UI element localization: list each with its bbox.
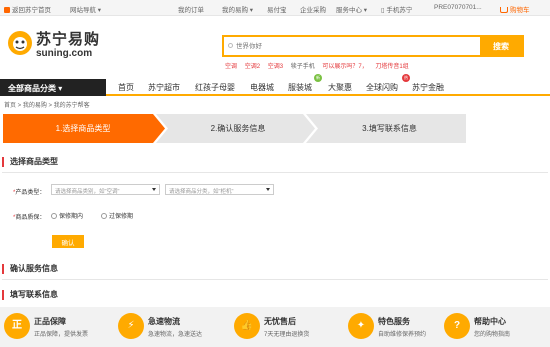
step-2: 2.确认服务信息 — [210, 124, 266, 133]
nav-link-supermarket[interactable]: 苏宁超市 — [148, 82, 180, 93]
hot-keyword[interactable]: 空调3 — [268, 64, 283, 70]
hot-keyword[interactable]: 刀塔传音1组 — [375, 64, 408, 70]
lightning-icon: ⚡ — [118, 313, 144, 339]
step-3: 3.填写联系信息 — [362, 124, 417, 133]
feature-desc: 7天无理由退换货 — [264, 332, 310, 338]
feature-desc: 急速物流，急速送达 — [148, 332, 203, 338]
breadcrumb: 首页 > 我的易购 > 我的苏宁帮客 — [4, 103, 90, 109]
radio-in-warranty-label[interactable]: 保修期内 — [59, 214, 83, 220]
confirm-button[interactable]: 确认 — [52, 235, 84, 248]
product-type-label-text: 产品类型： — [15, 190, 46, 196]
subcategory-select-value: 请选择商品分类，如"柜机" — [169, 189, 234, 195]
all-categories-button[interactable]: 全部商品分类 ▾ — [0, 79, 106, 96]
progress-steps: 1.选择商品类型 2.确认服务信息 3.填写联系信息 — [3, 114, 466, 143]
feature-desc: 自助维修保养预约 — [378, 332, 427, 338]
hot-keyword[interactable]: 空调2 — [245, 64, 260, 70]
special-service-icon: ✦ — [348, 313, 374, 339]
radio-in-warranty[interactable]: 保修期内 — [51, 211, 83, 220]
nav-link-clothing[interactable]: 服装城 — [288, 82, 312, 93]
feature-after-sales: 👍 无忧售后 7天无理由退换货 — [230, 307, 340, 347]
hot-keyword[interactable]: 犊子手机 — [291, 64, 315, 70]
lion-logo-icon — [8, 31, 32, 55]
site-nav-link[interactable]: 网站导航 ▾ — [70, 4, 101, 14]
all-categories-label[interactable]: 全部商品分类 — [8, 84, 56, 93]
product-type-label: *产品类型： — [13, 190, 46, 196]
radio-icon[interactable] — [101, 213, 107, 219]
my-orders-link[interactable]: 我的订单 — [178, 4, 204, 14]
logo-text-en: suning.com — [36, 48, 93, 59]
nav-link-global[interactable]: 全球闪购 — [366, 82, 398, 93]
search-input[interactable] — [226, 38, 478, 54]
chevron-down-icon — [266, 188, 270, 191]
feature-title: 特色服务 — [378, 317, 410, 326]
logo-text-cn: 苏宁易购 — [36, 31, 101, 48]
service-features-bar: 正 正品保障 正品保障，提供发票 ⚡ 急速物流 急速物流，急速送达 👍 无忧售后… — [0, 307, 550, 347]
radio-out-warranty[interactable]: 过保修期 — [101, 211, 133, 220]
mobile-suning-label[interactable]: 手机苏宁 — [386, 7, 412, 14]
section-title-confirm-service: 确认服务信息 — [2, 264, 58, 274]
hot-badge: 热 — [402, 74, 410, 82]
epay-link[interactable]: 易付宝 — [267, 4, 287, 14]
divider — [2, 279, 548, 280]
home-link-label[interactable]: 返回苏宁首页 — [12, 7, 51, 14]
step-1: 1.选择商品类型 — [55, 124, 111, 133]
genuine-icon: 正 — [4, 313, 30, 339]
search-box: 搜索 — [222, 35, 524, 57]
cart-link[interactable]: 购物车 — [500, 4, 530, 14]
mobile-suning-link[interactable]: ▯ 手机苏宁 — [381, 4, 412, 14]
radio-icon[interactable] — [51, 213, 57, 219]
warranty-label: *商品质保： — [13, 215, 46, 221]
nav-link-baby[interactable]: 红孩子母婴 — [195, 82, 235, 93]
feature-title[interactable]: 帮助中心 — [474, 316, 506, 327]
section-title-contact-info: 填写联系信息 — [2, 290, 58, 300]
help-icon: ? — [444, 313, 470, 339]
nav-link-home[interactable]: 首页 — [118, 82, 134, 93]
home-link[interactable]: 返回苏宁首页 — [4, 4, 51, 14]
feature-help-center[interactable]: ? 帮助中心 您的购物指南 — [440, 307, 550, 347]
cart-icon — [500, 7, 508, 13]
top-bar: 返回苏宁首页 网站导航 ▾ 我的订单 我的易购 ▾ 易付宝 企业采购 服务中心 … — [0, 0, 550, 16]
divider — [2, 172, 548, 173]
subcategory-select[interactable]: 请选择商品分类，如"柜机" — [165, 184, 274, 195]
feature-desc: 您的购物指南 — [474, 332, 511, 338]
home-icon — [4, 7, 10, 13]
hot-keyword[interactable]: 可以展示吗？7， — [322, 64, 367, 70]
service-center-label[interactable]: 服务中心 — [336, 7, 362, 14]
thumbs-up-icon: 👍 — [234, 313, 260, 339]
service-center-link[interactable]: 服务中心 ▾ — [336, 4, 367, 14]
section-title-select-type: 选择商品类型 — [2, 157, 58, 167]
site-nav-label[interactable]: 网站导航 — [70, 7, 96, 14]
suning-logo[interactable]: 苏宁易购 suning.com — [6, 26, 116, 66]
search-button[interactable]: 搜索 — [480, 37, 522, 55]
hot-keywords: 空调 空调2 空调3 犊子手机 可以展示吗？7， 刀塔传音1组 — [225, 61, 415, 70]
new-badge: 新 — [314, 74, 322, 82]
hot-keyword[interactable]: 空调 — [225, 64, 237, 70]
enterprise-link[interactable]: 企业采购 — [300, 4, 326, 14]
feature-special-service: ✦ 特色服务 自助维修保养预约 — [344, 307, 454, 347]
user-account-link[interactable]: PRE07070701... — [434, 4, 482, 11]
feature-desc: 正品保障，提供发票 — [34, 332, 89, 338]
radio-out-warranty-label[interactable]: 过保修期 — [109, 214, 133, 220]
feature-title: 正品保障 — [34, 317, 66, 326]
chevron-down-icon — [152, 188, 156, 191]
nav-link-finance[interactable]: 苏宁金融 — [412, 82, 444, 93]
nav-link-deals[interactable]: 大聚惠 — [328, 82, 352, 93]
my-suning-link[interactable]: 我的易购 ▾ — [222, 4, 253, 14]
my-suning-label[interactable]: 我的易购 — [222, 7, 248, 14]
warranty-label-text: 商品质保： — [15, 215, 46, 221]
category-select-value: 请选择商品类别，如"空调" — [55, 189, 120, 195]
main-nav: 全部商品分类 ▾ 首页 苏宁超市 红孩子母婴 电器城 服装城 新 大聚惠 全球闪… — [0, 74, 550, 96]
feature-genuine: 正 正品保障 正品保障，提供发票 — [0, 307, 110, 347]
feature-fast-shipping: ⚡ 急速物流 急速物流，急速送达 — [114, 307, 224, 347]
cart-label[interactable]: 购物车 — [510, 7, 530, 14]
nav-link-appliances[interactable]: 电器城 — [250, 82, 274, 93]
feature-title: 无忧售后 — [264, 317, 296, 326]
feature-title: 急速物流 — [148, 317, 180, 326]
category-select[interactable]: 请选择商品类别，如"空调" — [51, 184, 160, 195]
